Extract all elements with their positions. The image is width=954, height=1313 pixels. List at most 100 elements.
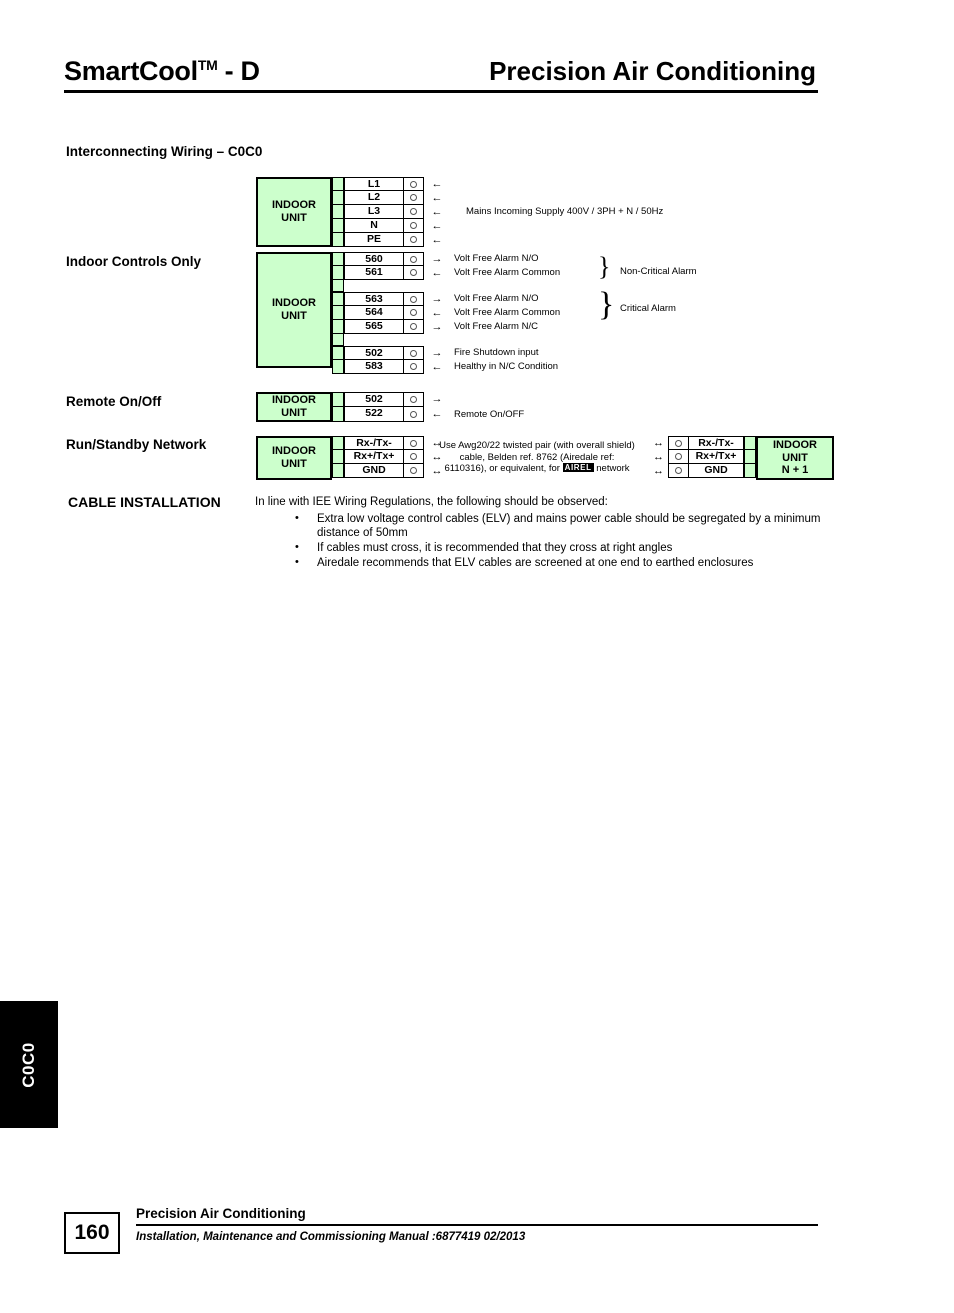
terminal-dot-empty (404, 334, 424, 346)
terminal-label: 560 (344, 252, 404, 266)
terminal-description: Volt Free Alarm N/O (454, 253, 539, 264)
direction-arrow-icon: → (431, 347, 443, 359)
terminal-row: PE ← (332, 233, 663, 247)
connector-segment (332, 219, 344, 233)
diagram-remote-onoff: INDOOR UNIT 502 → 522 ← Remote On/OFF (256, 392, 524, 422)
network-cable-note: Use Awg20/22 twisted pair (with overall … (434, 440, 640, 475)
diagram-indoor-controls: INDOOR UNIT 560 → Volt Free Alarm N/O 56… (256, 252, 560, 374)
connector-segment (332, 320, 344, 334)
connector-segment (744, 450, 756, 464)
network-note-line2: cable, Belden ref. 8762 (Airedale ref: (459, 451, 615, 463)
side-tab-chapter-marker: C0C0 (0, 1001, 58, 1128)
side-tab-label: C0C0 (19, 1041, 38, 1088)
terminal-row: 565 → Volt Free Alarm N/C (332, 320, 560, 334)
direction-arrow-icon: ← (431, 234, 443, 246)
terminal-dot (404, 191, 424, 205)
list-item: Airedale recommends that ELV cables are … (295, 555, 835, 570)
indoor-unit-box: INDOOR UNIT (256, 392, 332, 422)
terminal-dot (404, 292, 424, 306)
alarm-group-label-critical: Critical Alarm (620, 303, 676, 314)
terminal-row: ↔ Rx-/Tx- (640, 436, 756, 450)
diagram-mains-supply: INDOOR UNIT L1 ← L2 ← L3 ← Mains Incomin… (256, 177, 663, 247)
indoor-unit-label-line2: UNIT (782, 451, 808, 464)
footer-text-group: Precision Air Conditioning Installation,… (136, 1206, 818, 1243)
connector-segment (332, 266, 344, 280)
indoor-unit-label-line2: UNIT (281, 458, 307, 470)
direction-arrow-icon: ↔ (653, 465, 664, 477)
terminal-label: 502 (344, 346, 404, 360)
terminal-description: Healthy in N/C Condition (454, 361, 559, 372)
connector-segment (332, 292, 344, 306)
terminal-dot (404, 252, 424, 266)
terminal-row: N ← (332, 219, 663, 233)
terminal-description: Volt Free Alarm N/O (454, 293, 539, 304)
terminal-label: Rx-/Tx- (688, 436, 744, 450)
terminal-row: 522 ← Remote On/OFF (332, 407, 524, 422)
terminal-description: Volt Free Alarm Common (454, 307, 561, 318)
network-note-line1: Use Awg20/22 twisted pair (with overall … (439, 440, 635, 451)
terminal-dot (404, 320, 424, 334)
connector-segment (332, 392, 344, 407)
alarm-group-brace-icon: } (598, 286, 615, 323)
airedale-logo-icon: AIREL (562, 463, 594, 472)
terminal-row: L3 ← Mains Incoming Supply 400V / 3PH + … (332, 205, 663, 219)
terminal-row-spacer (332, 334, 560, 346)
direction-arrow-icon: ↔ (653, 451, 664, 463)
section-title-interconnecting-wiring: Interconnecting Wiring – C0C0 (66, 144, 263, 159)
section-title-indoor-controls-only: Indoor Controls Only (66, 254, 201, 269)
terminal-dot-empty (404, 280, 424, 292)
indoor-unit-label-line2: UNIT (281, 212, 307, 224)
brand-title: SmartCoolTM - D (64, 56, 260, 87)
terminal-dot (668, 436, 688, 450)
page-footer: 160 Precision Air Conditioning Installat… (64, 1206, 818, 1254)
connector-segment (332, 360, 344, 374)
terminal-label: Rx+/Tx+ (688, 450, 744, 464)
network-note-line3-pre: 6110316), or equivalent, for (444, 463, 560, 474)
direction-arrow-icon: → (431, 293, 443, 305)
indoor-unit-box: INDOOR UNIT (256, 252, 332, 368)
terminal-description: Volt Free Alarm N/C (454, 321, 538, 332)
direction-arrow-icon: → (431, 393, 443, 405)
terminal-row: 583 ← Healthy in N/C Condition (332, 360, 560, 374)
connector-segment (744, 464, 756, 478)
connector-segment (332, 346, 344, 360)
terminal-label-empty (344, 334, 404, 346)
indoor-unit-label-line1: INDOOR (272, 297, 316, 310)
terminal-dot (404, 233, 424, 247)
connector-segment (744, 436, 756, 450)
page-number-box: 160 (64, 1212, 120, 1254)
connector-segment (332, 191, 344, 205)
footer-subtitle: Installation, Maintenance and Commission… (136, 1231, 526, 1243)
indoor-unit-label-line2: UNIT (281, 407, 307, 419)
network-note-line3-post: network (596, 463, 630, 474)
terminal-label: 583 (344, 360, 404, 374)
terminal-label-empty (344, 280, 404, 292)
terminal-description: Fire Shutdown input (454, 347, 539, 358)
mains-supply-description: Mains Incoming Supply 400V / 3PH + N / 5… (466, 206, 664, 217)
brand-suffix: - D (217, 56, 260, 86)
terminal-label: 563 (344, 292, 404, 306)
list-item: Extra low voltage control cables (ELV) a… (295, 511, 835, 540)
indoor-unit-n-plus-1-box: INDOOR UNIT N + 1 (756, 436, 834, 480)
brand-name: SmartCool (64, 56, 198, 86)
direction-arrow-icon: ← (431, 361, 443, 373)
header-rule (64, 90, 818, 93)
terminal-dot (404, 266, 424, 280)
terminal-dot (404, 464, 424, 478)
terminal-dot (668, 464, 688, 478)
terminal-row: Rx-/Tx- ↔ (332, 436, 450, 450)
cable-installation-title: CABLE INSTALLATION (68, 494, 221, 510)
terminal-strip-remote: 502 → 522 ← Remote On/OFF (332, 392, 524, 422)
alarm-group-brace-icon: } (598, 252, 611, 281)
terminal-row: ↔ Rx+/Tx+ (640, 450, 756, 464)
indoor-unit-box: INDOOR UNIT (256, 177, 332, 247)
terminal-dot (404, 306, 424, 320)
connector-segment (332, 252, 344, 266)
list-item: If cables must cross, it is recommended … (295, 540, 835, 555)
terminal-strip-network-right: ↔ Rx-/Tx- ↔ Rx+/Tx+ ↔ GND (640, 436, 756, 480)
direction-arrow-icon: ← (431, 267, 443, 279)
header-row: SmartCoolTM - D Precision Air Conditioni… (64, 56, 818, 89)
terminal-dot (404, 177, 424, 191)
indoor-unit-label-line3: N + 1 (781, 464, 809, 477)
terminal-dot (404, 436, 424, 450)
